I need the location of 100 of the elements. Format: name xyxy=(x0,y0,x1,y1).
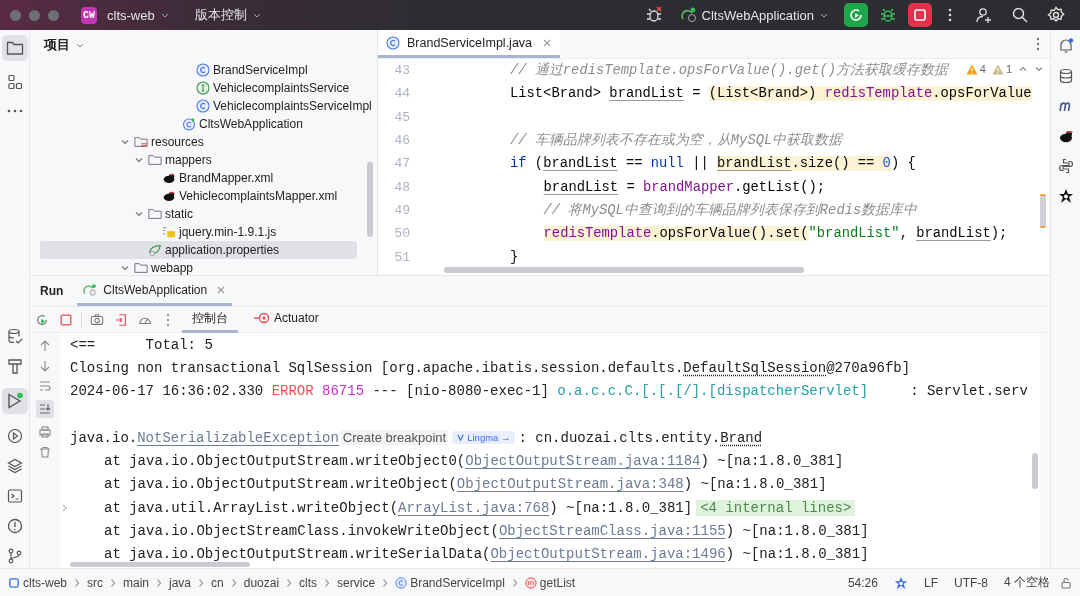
window-zoom-dot[interactable] xyxy=(48,9,59,21)
scrollbar-thumb[interactable] xyxy=(444,267,804,273)
scrollbar-thumb[interactable] xyxy=(1032,453,1038,489)
scrollbar-thumb[interactable] xyxy=(70,562,250,567)
scrollbar-thumb[interactable] xyxy=(367,162,373,237)
file-encoding[interactable]: UTF-8 xyxy=(954,575,988,590)
debug-icon[interactable] xyxy=(879,6,897,24)
soft-wrap-icon[interactable] xyxy=(39,380,51,392)
breadcrumb-item[interactable]: cn xyxy=(211,575,224,590)
database-check-icon[interactable] xyxy=(6,328,23,344)
layers-icon[interactable] xyxy=(6,458,23,474)
lock-icon[interactable] xyxy=(1060,576,1072,589)
close-icon[interactable] xyxy=(216,284,227,295)
hammer-icon[interactable] xyxy=(6,358,23,374)
caret-icon xyxy=(76,42,84,48)
line-separator[interactable]: LF xyxy=(923,575,938,590)
cursor-position[interactable]: 54:26 xyxy=(847,575,878,590)
vcs-dropdown[interactable]: 版本控制 xyxy=(188,6,267,24)
settings-icon[interactable] xyxy=(1047,6,1065,24)
close-icon[interactable] xyxy=(542,37,553,48)
source-link[interactable]: ObjectStreamClass.java:1155 xyxy=(498,523,726,539)
search-icon[interactable] xyxy=(1011,6,1029,24)
tree-item[interactable]: CltsWebApplication xyxy=(40,115,357,133)
source-link[interactable]: ObjectOutputStream.java:1496 xyxy=(490,546,726,563)
more-icon[interactable] xyxy=(6,109,23,113)
editor-tab[interactable]: BrandServiceImpl.java xyxy=(378,30,561,58)
tree-item[interactable]: jquery.min-1.9.1.js xyxy=(40,223,357,241)
rerun-icon[interactable] xyxy=(35,312,49,327)
breadcrumb-item[interactable]: main xyxy=(123,575,150,590)
rerun-button[interactable] xyxy=(844,3,868,27)
problems-icon[interactable] xyxy=(6,518,23,534)
chevron-up-icon[interactable] xyxy=(1018,64,1028,74)
exit-icon[interactable] xyxy=(114,312,128,327)
play-circle-icon[interactable] xyxy=(6,428,23,444)
trash-icon[interactable] xyxy=(39,446,51,458)
warning-count[interactable]: 4 xyxy=(965,63,986,75)
window-minimize-dot[interactable] xyxy=(29,9,40,21)
tree-item[interactable]: VehiclecomplaintsMapper.xml xyxy=(40,187,357,205)
source-link[interactable]: ArrayList.java:768 xyxy=(398,499,550,516)
bird-icon[interactable] xyxy=(1057,128,1074,144)
tree-item[interactable]: VehiclecomplaintsServiceImpl xyxy=(40,97,372,115)
breadcrumb-item[interactable]: java xyxy=(169,575,192,590)
bug-error-icon[interactable] xyxy=(644,6,663,24)
breadcrumb-item[interactable]: BrandServiceImpl xyxy=(395,575,505,590)
structure-icon[interactable] xyxy=(6,74,23,90)
breakpoint-button[interactable]: Create breakpoint xyxy=(340,430,449,446)
chevron-icon[interactable] xyxy=(120,137,130,147)
tree-item[interactable]: BrandMapper.xml xyxy=(40,169,357,187)
source-link[interactable]: ObjectOutputStream.java:348 xyxy=(456,476,684,493)
scroll-to-end-button[interactable] xyxy=(36,400,54,418)
terminal-icon[interactable] xyxy=(6,488,23,504)
tree-item[interactable]: webapp xyxy=(40,259,357,275)
chevron-icon[interactable] xyxy=(134,209,144,219)
run-tool-button[interactable] xyxy=(1,388,28,414)
star-knot-icon[interactable] xyxy=(1057,188,1074,204)
chevron-icon[interactable] xyxy=(120,263,130,273)
camera-icon[interactable] xyxy=(90,312,104,327)
print-icon[interactable] xyxy=(39,426,51,438)
chevron-icon[interactable] xyxy=(134,155,144,165)
stop-button[interactable] xyxy=(908,3,932,27)
indent-setting[interactable]: 4 个空格 xyxy=(1004,574,1050,591)
database-icon[interactable] xyxy=(1057,68,1074,84)
more-icon[interactable] xyxy=(948,6,952,24)
console-tab[interactable]: Actuator xyxy=(244,306,329,333)
ai-badge[interactable]: Lingma → xyxy=(452,431,515,445)
breadcrumb-item[interactable]: duozai xyxy=(243,575,280,590)
breadcrumb-item[interactable]: clts xyxy=(299,575,318,590)
arrow-down-icon[interactable] xyxy=(39,360,51,372)
tree-item[interactable]: BrandServiceImpl xyxy=(40,61,357,79)
window-close-dot[interactable] xyxy=(10,9,21,21)
stop-icon[interactable] xyxy=(59,312,73,327)
run-icon xyxy=(5,392,24,410)
git-branch-icon[interactable] xyxy=(6,548,23,564)
arrow-up-icon[interactable] xyxy=(39,340,51,352)
chevron-down-icon[interactable] xyxy=(1034,64,1044,74)
tree-item[interactable]: resources xyxy=(40,133,357,151)
add-user-icon[interactable] xyxy=(975,6,993,24)
folded-lines[interactable]: <4 internal lines> xyxy=(696,499,856,516)
star-knot-icon[interactable] xyxy=(893,575,908,590)
project-view-dropdown[interactable]: 项目 xyxy=(38,35,90,55)
tree-item[interactable]: VehiclecomplaintsService xyxy=(40,79,357,97)
project-tool-button[interactable] xyxy=(1,35,28,61)
weak-warning-count[interactable]: 1 xyxy=(991,63,1012,75)
breadcrumb-item[interactable]: getList xyxy=(524,575,576,590)
chevron-icon xyxy=(324,577,331,588)
expand-chevron-icon[interactable] xyxy=(61,502,68,513)
notification-bell-icon[interactable] xyxy=(1057,38,1074,54)
breadcrumb-item[interactable]: service xyxy=(337,575,376,590)
project-dropdown[interactable]: clts-web xyxy=(101,7,175,23)
breadcrumb-item[interactable]: src xyxy=(87,575,103,590)
breadcrumb-item[interactable]: clts-web xyxy=(8,575,67,590)
source-link[interactable]: ObjectOutputStream.java:1184 xyxy=(465,453,701,470)
run-configuration-dropdown[interactable]: CltsWebApplication xyxy=(673,7,834,23)
python-icon[interactable] xyxy=(1057,158,1074,174)
tree-item[interactable]: mappers xyxy=(40,151,357,169)
tree-item[interactable]: application.properties xyxy=(40,241,357,259)
scrollbar-thumb[interactable] xyxy=(1040,194,1046,228)
source-link[interactable]: NotSerializableException xyxy=(137,429,339,446)
run-tab[interactable]: CltsWebApplication xyxy=(77,276,233,306)
tree-item[interactable]: static xyxy=(40,205,357,223)
